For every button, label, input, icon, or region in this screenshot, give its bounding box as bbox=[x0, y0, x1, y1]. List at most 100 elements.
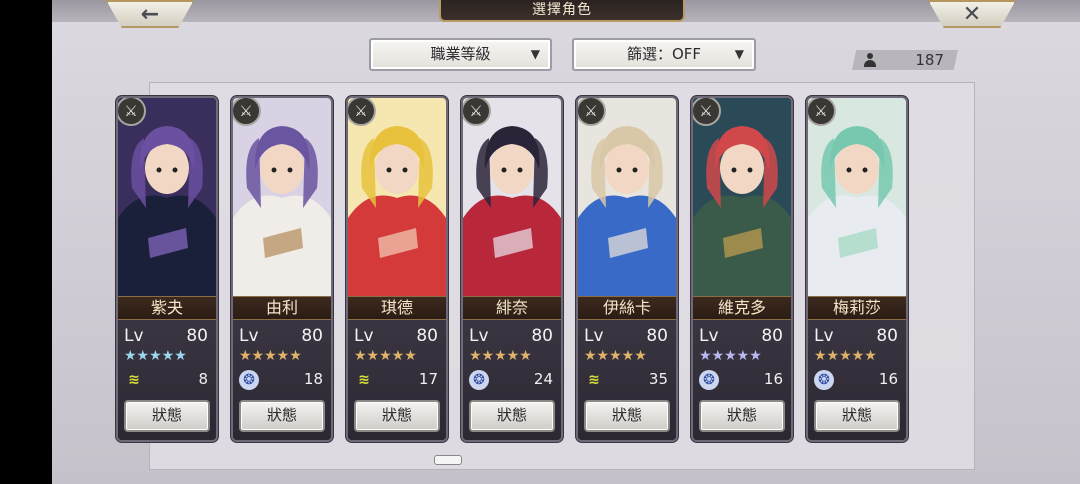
weapon-value: 17 bbox=[418, 370, 438, 388]
level-value: 80 bbox=[416, 326, 438, 346]
level-label: Lv bbox=[239, 326, 259, 346]
character-card[interactable]: ⚔ 維克多 Lv 80 ★★★★★ ❂ 16 狀態 bbox=[691, 96, 793, 442]
level-value: 80 bbox=[531, 326, 553, 346]
swirl-weapon-icon: ❂ bbox=[699, 370, 719, 390]
level-value: 80 bbox=[876, 326, 898, 346]
star-rating: ★★★★★ bbox=[354, 348, 417, 364]
level-row: Lv 80 bbox=[469, 326, 553, 346]
status-button[interactable]: 狀態 bbox=[354, 400, 440, 432]
character-stats: Lv 80 ★★★★★ ≋ 8 狀態 bbox=[118, 320, 216, 440]
status-button[interactable]: 狀態 bbox=[469, 400, 555, 432]
level-value: 80 bbox=[186, 326, 208, 346]
status-button[interactable]: 狀態 bbox=[124, 400, 210, 432]
class-sword-icon: ⚔ bbox=[118, 98, 146, 126]
character-name: 維克多 bbox=[693, 296, 791, 320]
character-count-badge: 187 bbox=[852, 50, 958, 70]
scroll-handle[interactable] bbox=[434, 455, 462, 465]
status-button[interactable]: 狀態 bbox=[584, 400, 670, 432]
character-card[interactable]: ⚔ 紫夬 Lv 80 ★★★★★ ≋ 8 狀態 bbox=[116, 96, 218, 442]
weapon-row: ❂ 18 bbox=[239, 370, 323, 390]
character-portrait bbox=[463, 98, 561, 296]
sort-dropdown-label: 職業等級 bbox=[430, 45, 491, 63]
close-icon: ✕ bbox=[962, 1, 982, 27]
level-label: Lv bbox=[814, 326, 834, 346]
class-sword-icon: ⚔ bbox=[233, 98, 261, 126]
character-stats: Lv 80 ★★★★★ ❂ 16 狀態 bbox=[693, 320, 791, 440]
character-portrait bbox=[118, 98, 216, 296]
person-icon bbox=[864, 53, 876, 67]
swirl-weapon-icon: ❂ bbox=[469, 370, 489, 390]
character-name: 梅莉莎 bbox=[808, 296, 906, 320]
character-portrait bbox=[578, 98, 676, 296]
level-row: Lv 80 bbox=[814, 326, 898, 346]
character-card[interactable]: ⚔ 伊絲卡 Lv 80 ★★★★★ ≋ 35 狀態 bbox=[576, 96, 678, 442]
character-portrait bbox=[693, 98, 791, 296]
back-arrow-icon: ← bbox=[140, 1, 160, 27]
level-label: Lv bbox=[584, 326, 604, 346]
class-sword-icon: ⚔ bbox=[463, 98, 491, 126]
class-sword-icon: ⚔ bbox=[348, 98, 376, 126]
character-stats: Lv 80 ★★★★★ ❂ 24 狀態 bbox=[463, 320, 561, 440]
chevron-down-icon: ▼ bbox=[530, 47, 540, 61]
character-stats: Lv 80 ★★★★★ ≋ 17 狀態 bbox=[348, 320, 446, 440]
class-sword-icon: ⚔ bbox=[578, 98, 606, 126]
character-name: 紫夬 bbox=[118, 296, 216, 320]
character-name: 琪德 bbox=[348, 296, 446, 320]
weapon-value: 35 bbox=[648, 370, 668, 388]
swirl-weapon-icon: ❂ bbox=[239, 370, 259, 390]
weapon-value: 18 bbox=[303, 370, 323, 388]
character-portrait bbox=[233, 98, 331, 296]
status-button[interactable]: 狀態 bbox=[814, 400, 900, 432]
character-card[interactable]: ⚔ 由利 Lv 80 ★★★★★ ❂ 18 狀態 bbox=[231, 96, 333, 442]
weapon-row: ❂ 24 bbox=[469, 370, 553, 390]
star-rating: ★★★★★ bbox=[584, 348, 647, 364]
character-portrait bbox=[808, 98, 906, 296]
level-value: 80 bbox=[761, 326, 783, 346]
character-name: 由利 bbox=[233, 296, 331, 320]
sort-dropdown[interactable]: 職業等級 ▼ bbox=[369, 38, 552, 71]
chevron-down-icon: ▼ bbox=[734, 47, 744, 61]
class-sword-icon: ⚔ bbox=[808, 98, 836, 126]
level-row: Lv 80 bbox=[699, 326, 783, 346]
weapon-value: 24 bbox=[533, 370, 553, 388]
star-rating: ★★★★★ bbox=[124, 348, 187, 364]
level-value: 80 bbox=[646, 326, 668, 346]
weapon-value: 16 bbox=[763, 370, 783, 388]
character-card[interactable]: ⚔ 琪德 Lv 80 ★★★★★ ≋ 17 狀態 bbox=[346, 96, 448, 442]
game-screen: ← 選擇角色 ✕ 職業等級 ▼ 篩選：OFF ▼ 187 ⚔ 紫夬 Lv 80 … bbox=[52, 0, 1080, 484]
wind-weapon-icon: ≋ bbox=[588, 372, 600, 388]
status-button[interactable]: 狀態 bbox=[699, 400, 785, 432]
level-value: 80 bbox=[301, 326, 323, 346]
swirl-weapon-icon: ❂ bbox=[814, 370, 834, 390]
weapon-value: 8 bbox=[198, 370, 208, 388]
character-portrait bbox=[348, 98, 446, 296]
weapon-row: ≋ 17 bbox=[354, 370, 438, 390]
status-button[interactable]: 狀態 bbox=[239, 400, 325, 432]
weapon-value: 16 bbox=[878, 370, 898, 388]
level-row: Lv 80 bbox=[239, 326, 323, 346]
weapon-row: ≋ 8 bbox=[124, 370, 208, 390]
character-stats: Lv 80 ★★★★★ ❂ 16 狀態 bbox=[808, 320, 906, 440]
level-label: Lv bbox=[354, 326, 374, 346]
level-row: Lv 80 bbox=[354, 326, 438, 346]
character-name: 緋奈 bbox=[463, 296, 561, 320]
level-label: Lv bbox=[699, 326, 719, 346]
character-name: 伊絲卡 bbox=[578, 296, 676, 320]
weapon-row: ❂ 16 bbox=[699, 370, 783, 390]
level-row: Lv 80 bbox=[124, 326, 208, 346]
wind-weapon-icon: ≋ bbox=[128, 372, 140, 388]
page-title: 選擇角色 bbox=[439, 0, 685, 22]
weapon-row: ≋ 35 bbox=[584, 370, 668, 390]
close-button[interactable]: ✕ bbox=[928, 0, 1016, 28]
star-rating: ★★★★★ bbox=[699, 348, 762, 364]
character-stats: Lv 80 ★★★★★ ❂ 18 狀態 bbox=[233, 320, 331, 440]
filter-dropdown-label: 篩選：OFF bbox=[626, 45, 702, 63]
character-card[interactable]: ⚔ 緋奈 Lv 80 ★★★★★ ❂ 24 狀態 bbox=[461, 96, 563, 442]
filter-dropdown[interactable]: 篩選：OFF ▼ bbox=[572, 38, 756, 71]
level-label: Lv bbox=[124, 326, 144, 346]
character-card[interactable]: ⚔ 梅莉莎 Lv 80 ★★★★★ ❂ 16 狀態 bbox=[806, 96, 908, 442]
level-label: Lv bbox=[469, 326, 489, 346]
back-button[interactable]: ← bbox=[106, 0, 194, 28]
level-row: Lv 80 bbox=[584, 326, 668, 346]
star-rating: ★★★★★ bbox=[239, 348, 302, 364]
